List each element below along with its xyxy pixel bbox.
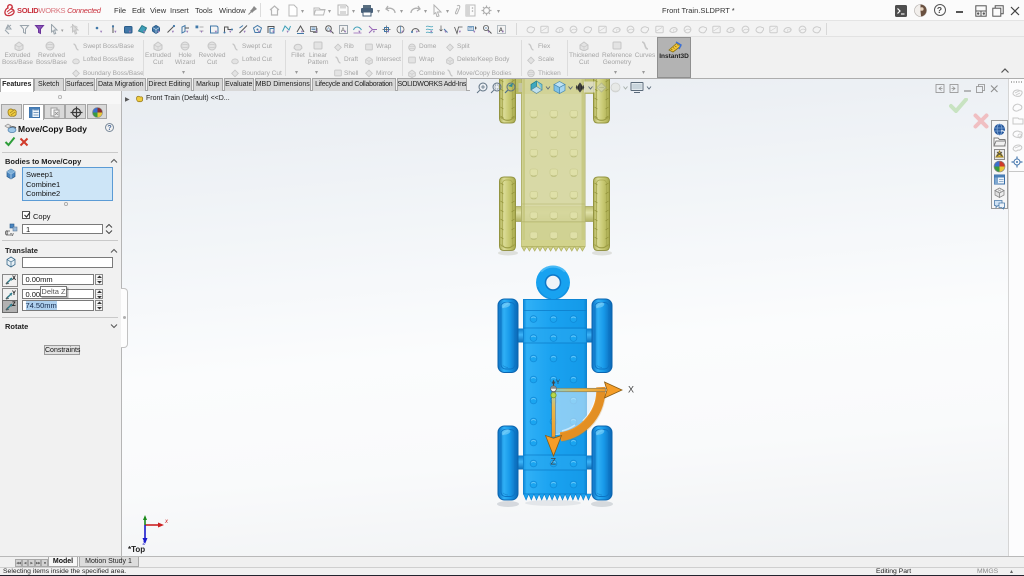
svg-text:X: X <box>12 276 16 282</box>
svg-text:Y: Y <box>12 291 16 297</box>
svg-text:Z: Z <box>12 302 16 308</box>
svg-text:Y: Y <box>556 380 560 386</box>
svg-text:w: w <box>10 232 14 236</box>
svg-text:x: x <box>164 519 169 525</box>
svg-text:X: X <box>628 385 634 395</box>
svg-text:Z: Z <box>551 457 557 467</box>
